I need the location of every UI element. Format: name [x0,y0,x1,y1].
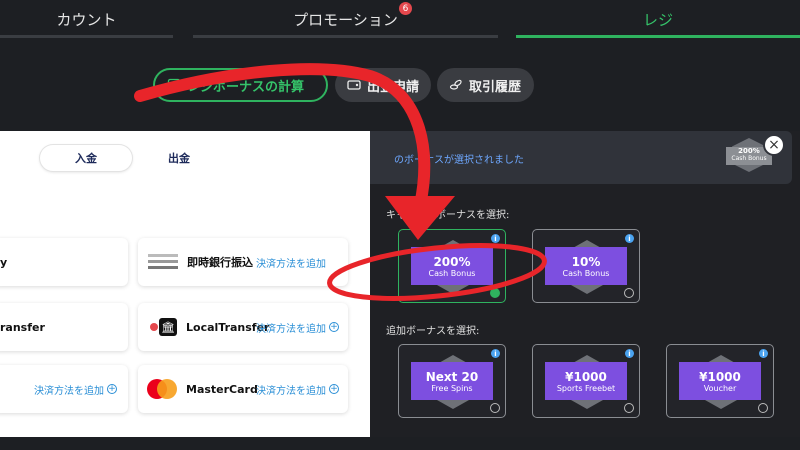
bonus-type: Sports Freebet [556,383,616,393]
info-icon[interactable]: i [491,234,500,243]
bonus-type: Voucher [703,383,737,393]
tab-account-label: カウント [56,10,117,29]
payment-method-card[interactable]: ransfer [0,303,128,351]
bonus-radio[interactable] [624,403,634,413]
payment-method-card[interactable]: 即時銀行振込 決済方法を追加 [138,238,348,286]
add-payment-method-label: 決済方法を追加 [256,323,326,335]
deposit-toggle-label: 入金 [75,152,97,165]
add-payment-method-link[interactable]: 決済方法を追加 [256,255,326,270]
bonus-label: Next 20 Free Spins [411,362,493,400]
transaction-history-button[interactable]: 取引履歴 [437,68,534,102]
bonus-label: ¥1000 Sports Freebet [545,362,627,400]
bonus-label: 10% Cash Bonus [545,247,627,285]
add-payment-method-link[interactable]: 決済方法を追加 + [34,382,117,397]
payment-method-card[interactable]: 決済方法を追加 + [0,365,128,413]
bank-icon: 🏛 [150,318,180,336]
bonus-card-200-cash[interactable]: 200% Cash Bonus i [398,229,506,303]
info-icon[interactable]: i [759,349,768,358]
plus-circle-icon: + [107,383,117,394]
payment-method-card[interactable]: y [0,238,128,286]
wallet-icon [347,80,361,90]
bonus-amount: ¥1000 [699,369,741,384]
tab-register[interactable]: レジ [516,0,800,38]
plus-circle-icon: + [329,321,339,332]
bonus-panel: のボーナスが選択されました キャッシュボーナスを選択: 追加ボーナスを選択: 2… [370,131,800,437]
tab-account[interactable]: カウント [0,0,173,38]
bonus-radio[interactable] [758,403,768,413]
bonus-calc-label: レジボーナスの計算 [187,79,305,95]
bank-transfer-icon [148,254,178,269]
payment-method-name: ransfer [0,320,45,334]
bonus-calc-button[interactable]: レジボーナスの計算 [153,68,328,102]
add-payment-method-link[interactable]: 決済方法を追加 + [256,382,339,397]
info-icon[interactable]: i [491,349,500,358]
bonus-card-free-spins[interactable]: Next 20 Free Spins i [398,344,506,418]
selected-bonus-text: のボーナスが選択されました [394,155,524,166]
withdraw-request-label: 出金申請 [367,79,420,95]
payment-methods-panel: 入金 出金 y 即時銀行振込 決済方法を追加 ransfer 🏛 LocalTr… [0,131,370,437]
deposit-toggle[interactable]: 入金 [40,145,132,171]
bonus-label: ¥1000 Voucher [679,362,761,400]
info-icon[interactable]: i [625,234,634,243]
payment-method-name: y [0,255,8,269]
close-symbol: × [768,137,780,153]
bonus-card-10-cash[interactable]: 10% Cash Bonus i [532,229,640,303]
mastercard-icon [147,379,177,399]
coins-icon [449,79,462,90]
tab-register-label: レジ [642,10,673,29]
bonus-type: Cash Bonus [428,268,476,278]
payment-method-card[interactable]: MasterCard 決済方法を追加 + [138,365,348,413]
bonus-radio[interactable] [624,288,634,298]
close-icon[interactable]: × [763,134,785,156]
bonus-card-voucher[interactable]: ¥1000 Voucher i [666,344,774,418]
bonus-label: 200% Cash Bonus [411,247,493,285]
withdraw-toggle[interactable]: 出金 [133,145,225,171]
bonus-amount: 10% [571,254,601,269]
payment-method-name: MasterCard [186,382,258,396]
transaction-history-label: 取引履歴 [469,79,522,95]
payment-method-card[interactable]: 🏛 LocalTransfer 決済方法を追加 + [138,303,348,351]
payment-method-name: 即時銀行振込 [187,256,253,269]
badge-type: Cash Bonus [731,155,767,162]
tab-underline [193,35,498,38]
add-payment-method-label: 決済方法を追加 [256,258,326,270]
bonus-radio[interactable] [490,288,500,298]
tab-underline-active [516,35,800,38]
tab-promotion[interactable]: プロモーション 6 [193,0,498,38]
tab-underline [0,35,173,38]
add-payment-method-link[interactable]: 決済方法を追加 + [256,320,339,335]
bonus-card-sports-freebet[interactable]: ¥1000 Sports Freebet i [532,344,640,418]
calculator-icon [167,78,181,92]
bonus-type: Cash Bonus [562,268,610,278]
bonus-amount: ¥1000 [565,369,607,384]
add-payment-method-label: 決済方法を追加 [256,385,326,397]
tab-promotion-label: プロモーション [293,10,398,29]
add-payment-method-label: 決済方法を追加 [34,385,104,397]
extra-bonus-section-label: 追加ボーナスを選択: [386,326,480,337]
bonus-amount: Next 20 [425,369,479,384]
plus-circle-icon: + [329,383,339,394]
cash-bonus-section-label: キャッシュボーナスを選択: [386,210,510,221]
info-icon[interactable]: i [625,349,634,358]
notification-badge: 6 [399,2,412,15]
bonus-type: Free Spins [431,383,473,393]
withdraw-toggle-label: 出金 [168,152,190,165]
bonus-radio[interactable] [490,403,500,413]
withdraw-request-button[interactable]: 出金申請 [335,68,431,102]
bonus-amount: 200% [433,254,471,269]
